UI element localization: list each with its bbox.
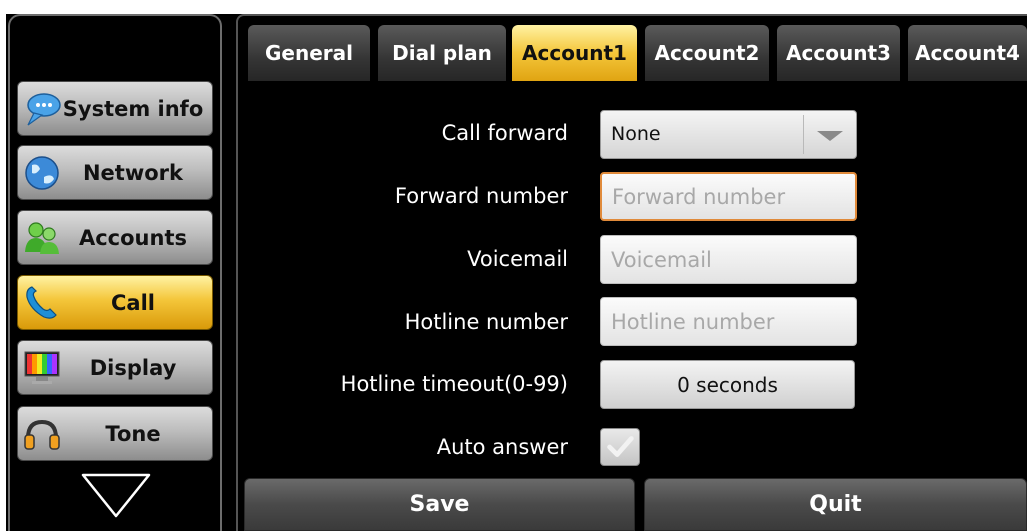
hotline-number-field[interactable] bbox=[600, 297, 857, 346]
voicemail-label: Voicemail bbox=[467, 247, 568, 271]
call-forward-value: None bbox=[611, 123, 661, 145]
tab-account1[interactable]: Account1 bbox=[512, 25, 637, 81]
sidebar-item-label: Tone bbox=[105, 421, 161, 446]
sidebar-item-accounts[interactable]: Accounts bbox=[17, 210, 213, 265]
sidebar-item-call[interactable]: Call bbox=[17, 275, 213, 330]
sidebar-item-system-info[interactable]: System info bbox=[17, 81, 213, 136]
sidebar-item-label: Accounts bbox=[78, 225, 187, 250]
save-button[interactable]: Save bbox=[244, 478, 635, 531]
sidebar-item-display[interactable]: Display bbox=[17, 340, 213, 395]
hotline-number-label: Hotline number bbox=[404, 310, 568, 334]
hotline-timeout-button[interactable]: 0 seconds bbox=[600, 360, 855, 409]
sidebar-item-label: Network bbox=[82, 160, 183, 185]
tab-dial-plan[interactable]: Dial plan bbox=[378, 25, 506, 81]
sidebar-item-label: System info bbox=[62, 96, 204, 121]
select-divider bbox=[803, 115, 804, 154]
sidebar-item-label: Display bbox=[89, 355, 177, 380]
auto-answer-label: Auto answer bbox=[436, 435, 568, 459]
auto-answer-checkbox[interactable] bbox=[600, 428, 640, 466]
chevron-down-icon bbox=[817, 131, 843, 141]
tab-account3[interactable]: Account3 bbox=[777, 25, 900, 81]
tab-general[interactable]: General bbox=[248, 25, 370, 81]
voicemail-field[interactable] bbox=[600, 235, 857, 284]
sidebar-item-network[interactable]: Network bbox=[17, 145, 213, 200]
triangle-down-icon[interactable] bbox=[80, 472, 152, 520]
sidebar-item-label: Call bbox=[111, 290, 155, 315]
forward-number-label: Forward number bbox=[394, 184, 568, 208]
tab-account2[interactable]: Account2 bbox=[645, 25, 769, 81]
quit-button[interactable]: Quit bbox=[644, 478, 1027, 531]
sidebar-item-tone[interactable]: Tone bbox=[17, 406, 213, 461]
call-forward-label: Call forward bbox=[441, 121, 568, 145]
forward-number-field[interactable] bbox=[600, 172, 857, 221]
hotline-timeout-label: Hotline timeout(0-99) bbox=[340, 372, 568, 396]
call-forward-select[interactable]: None bbox=[600, 110, 857, 159]
checkmark-icon bbox=[607, 436, 634, 457]
tab-account4[interactable]: Account4 bbox=[908, 25, 1027, 81]
